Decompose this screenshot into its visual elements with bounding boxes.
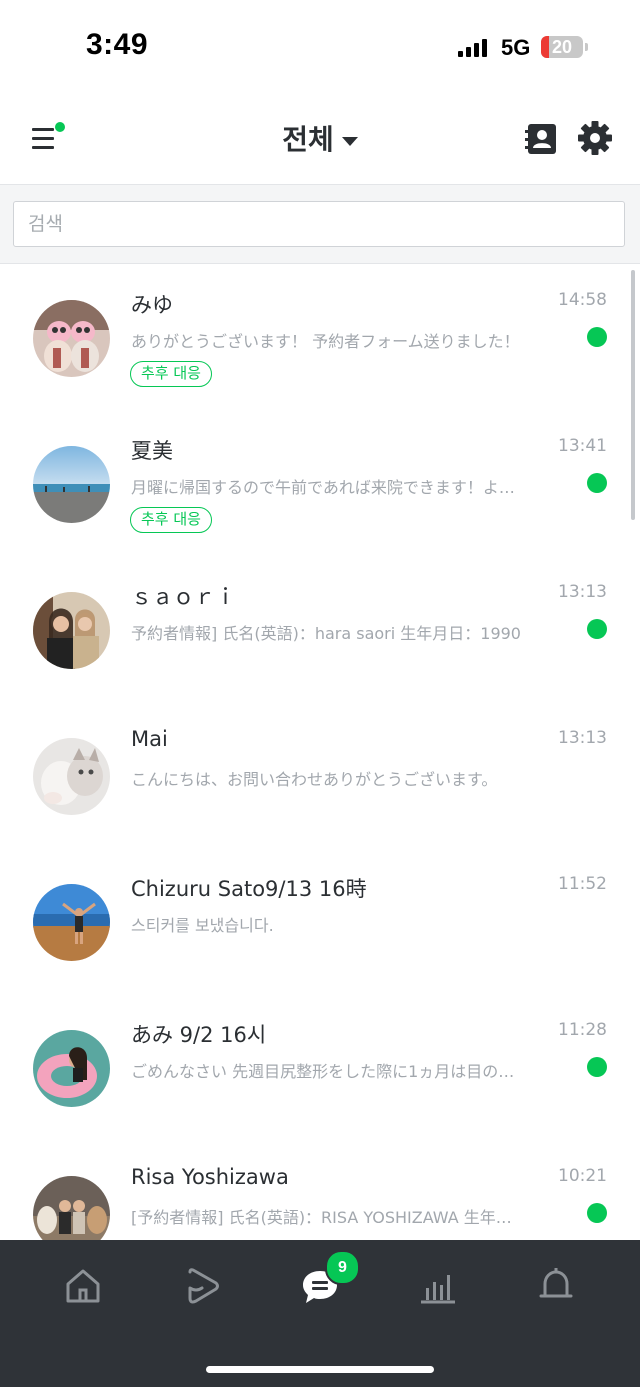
avatar bbox=[33, 884, 110, 961]
follow-up-tag[interactable]: 추후 대응 bbox=[130, 361, 212, 387]
chat-name: Risa Yoshizawa bbox=[131, 1165, 289, 1189]
avatar bbox=[33, 300, 110, 377]
chat-item[interactable]: Risa Yoshizawa [予約者情報] 氏名(英語)：RISA YOSHI… bbox=[0, 1140, 640, 1240]
search-bar bbox=[0, 185, 640, 264]
search-input[interactable] bbox=[13, 201, 625, 247]
chat-name: 夏美 bbox=[131, 439, 173, 463]
avatar bbox=[33, 1030, 110, 1107]
chat-time: 11:28 bbox=[558, 1020, 607, 1040]
gear-icon[interactable] bbox=[577, 120, 613, 156]
battery-cap bbox=[585, 43, 588, 51]
battery-icon: 20 bbox=[541, 36, 583, 58]
unread-dot bbox=[587, 473, 607, 493]
battery-percent: 20 bbox=[551, 37, 573, 57]
contacts-icon[interactable] bbox=[524, 122, 558, 156]
home-icon[interactable] bbox=[63, 1266, 103, 1306]
chat-preview: ありがとうございます！ 予約者フォーム送りました！ bbox=[131, 332, 520, 351]
status-time: 3:49 bbox=[86, 28, 149, 61]
chat-item[interactable]: Mai こんにちは、お問い合わせありがとうございます。 13:13 bbox=[0, 702, 640, 848]
home-indicator bbox=[206, 1366, 434, 1373]
unread-dot bbox=[587, 327, 607, 347]
chat-time: 10:21 bbox=[558, 1166, 607, 1186]
chat-badge: 9 bbox=[325, 1250, 360, 1285]
status-bar: 3:49 5G 20 bbox=[0, 0, 640, 96]
chat-time: 11:52 bbox=[558, 874, 607, 894]
chat-name: ｓａｏｒｉ bbox=[131, 585, 236, 609]
follow-up-tag[interactable]: 추후 대응 bbox=[130, 507, 212, 533]
chat-item[interactable]: 夏美 月曜に帰国するので午前であれば来院できます！よろしくお願いします 추후 대… bbox=[0, 410, 640, 556]
avatar bbox=[33, 592, 110, 669]
network-label: 5G bbox=[501, 35, 531, 60]
chat-name: Mai bbox=[131, 727, 168, 751]
bottom-nav: 9 bbox=[0, 1240, 640, 1387]
chart-icon[interactable] bbox=[418, 1266, 458, 1306]
unread-dot bbox=[587, 1203, 607, 1223]
chat-preview: 月曜に帰国するので午前であれば来院できます！よろしくお願いします bbox=[131, 478, 526, 497]
chat-item[interactable]: Chizuru Sato9/13 16時 스티커를 보냈습니다. 11:52 bbox=[0, 848, 640, 994]
chat-time: 14:58 bbox=[558, 290, 607, 310]
page-title: 전체 bbox=[282, 123, 334, 156]
scrollbar[interactable] bbox=[631, 270, 635, 520]
chat-item[interactable]: ｓａｏｒｉ 予約者情報] 氏名(英語)：hara saori 生年月日：1990… bbox=[0, 556, 640, 702]
caret-down-icon bbox=[341, 137, 358, 146]
chat-name: みゆ bbox=[131, 293, 173, 317]
chat-item[interactable]: あみ 9/2 16시 ごめんなさい 先週目尻整形をした際に1ヵ月は目の施術ができ… bbox=[0, 994, 640, 1140]
chat-name: Chizuru Sato9/13 16時 bbox=[131, 877, 367, 901]
chat-preview: 予約者情報] 氏名(英語)：hara saori 生年月日：1990 bbox=[131, 624, 521, 643]
avatar bbox=[33, 738, 110, 815]
chat-item[interactable]: みゆ ありがとうございます！ 予約者フォーム送りました！ 추후 대응 14:58 bbox=[0, 264, 640, 410]
chat-time: 13:41 bbox=[558, 436, 607, 456]
chat-preview: 스티커를 보냈습니다. bbox=[131, 916, 274, 935]
chat-preview: [予約者情報] 氏名(英語)：RISA YOSHIZAWA 生年月日 bbox=[131, 1208, 526, 1227]
chat-list[interactable]: みゆ ありがとうございます！ 予約者フォーム送りました！ 추후 대응 14:58… bbox=[0, 264, 640, 1240]
chat-name: あみ 9/2 16시 bbox=[131, 1023, 267, 1047]
unread-dot bbox=[587, 1057, 607, 1077]
app-header: 전체 bbox=[0, 96, 640, 185]
avatar bbox=[33, 1176, 110, 1240]
avatar bbox=[33, 446, 110, 523]
chat-preview: こんにちは、お問い合わせありがとうございます。 bbox=[131, 770, 498, 789]
chat-time: 13:13 bbox=[558, 582, 607, 602]
chat-preview: ごめんなさい 先週目尻整形をした際に1ヵ月は目の施術ができないと bbox=[131, 1062, 526, 1081]
chat-time: 13:13 bbox=[558, 728, 607, 748]
play-icon[interactable] bbox=[182, 1266, 222, 1306]
signal-icon bbox=[458, 39, 487, 57]
bell-icon[interactable] bbox=[536, 1266, 576, 1306]
unread-dot bbox=[587, 619, 607, 639]
